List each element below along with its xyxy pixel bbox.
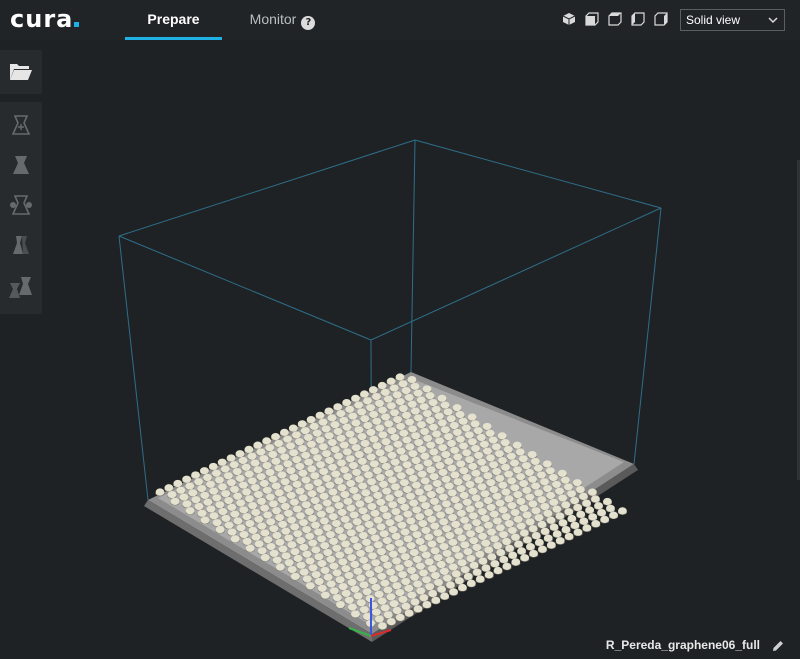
top-bar: cura Prepare Monitor? Solid view [0, 0, 800, 40]
model-node [164, 484, 174, 492]
model-node [270, 433, 281, 441]
model-node [190, 471, 201, 479]
volume-edge [370, 207, 662, 341]
model-node [182, 475, 192, 484]
model-node [534, 538, 544, 547]
tab-monitor-label: Monitor [249, 11, 297, 27]
scale-tool-icon[interactable] [7, 151, 35, 179]
volume-edge [118, 235, 372, 341]
per-model-settings-icon[interactable] [7, 273, 35, 301]
volume-edge [118, 139, 416, 237]
model-node [570, 521, 580, 530]
model-node [244, 445, 254, 454]
model-node [306, 415, 316, 424]
model-node [199, 467, 210, 475]
model-node [342, 398, 352, 407]
open-file-button[interactable] [0, 50, 42, 94]
model-node [377, 381, 387, 390]
mirror-tool-icon[interactable] [7, 231, 35, 259]
model-node [552, 530, 562, 538]
model-node [226, 454, 236, 462]
model-node [579, 517, 589, 526]
view-mode-value: Solid view [686, 13, 741, 27]
model-node [520, 554, 530, 562]
model-node [475, 575, 485, 584]
model-node [602, 497, 613, 506]
model-node [208, 462, 218, 471]
volume-edge [414, 139, 662, 209]
model-node [543, 534, 553, 543]
model-node [173, 479, 183, 488]
tab-prepare-label: Prepare [147, 11, 200, 27]
model-node [561, 526, 571, 534]
tab-monitor[interactable]: Monitor? [235, 0, 330, 40]
3d-view-icon[interactable] [561, 11, 577, 27]
model-node [555, 537, 565, 545]
model-node [350, 394, 361, 403]
model-node [591, 520, 601, 528]
model-node [596, 508, 607, 517]
model-node [605, 504, 616, 513]
model-node [511, 558, 521, 566]
model-node [525, 543, 536, 551]
model-node [155, 488, 165, 496]
model-node [600, 515, 610, 524]
front-view-icon[interactable] [584, 11, 600, 27]
model-node [253, 441, 263, 450]
left-view-icon[interactable] [630, 11, 646, 27]
open-folder-icon [10, 64, 32, 80]
model-node [564, 532, 574, 541]
rotate-tool-icon[interactable] [7, 191, 35, 219]
pencil-icon[interactable] [771, 639, 785, 653]
tab-prepare[interactable]: Prepare [125, 0, 222, 40]
view-mode-select[interactable]: Solid view [680, 9, 785, 31]
model-node [359, 390, 370, 399]
model-node [546, 541, 556, 549]
model-node [235, 450, 245, 458]
model-node [502, 562, 512, 571]
volume-edge [633, 207, 662, 465]
model-node [368, 386, 378, 394]
model-node [279, 428, 290, 437]
model-node [315, 411, 325, 420]
cura-logo: cura [10, 5, 80, 33]
model-node [617, 507, 628, 515]
model-node [297, 420, 307, 428]
model-node [516, 547, 527, 555]
model-node [484, 571, 494, 579]
volume-edge [410, 139, 416, 373]
model-node [324, 407, 334, 416]
model-node [262, 437, 272, 445]
model-node [573, 528, 583, 537]
tool-panel [0, 102, 42, 314]
object-filename: R_Pereda_graphene06_full [605, 638, 760, 652]
model-node [608, 511, 619, 520]
logo-text: cura [10, 5, 74, 33]
scene-canvas[interactable] [0, 40, 800, 659]
model-node [582, 524, 592, 532]
model-node [567, 514, 577, 523]
top-view-icon[interactable] [607, 11, 623, 27]
model-node [288, 424, 298, 433]
model-node [537, 545, 548, 554]
model-node [217, 458, 227, 467]
logo-dot [74, 22, 80, 27]
3d-viewport[interactable] [0, 40, 800, 659]
model-node [395, 373, 405, 381]
model-node [333, 403, 343, 411]
model-graphene[interactable] [155, 373, 628, 630]
model-node [576, 510, 586, 519]
right-view-icon[interactable] [653, 11, 669, 27]
help-icon[interactable]: ? [301, 16, 316, 30]
model-node [386, 377, 396, 386]
move-tool-icon[interactable] [7, 111, 35, 139]
model-node [493, 566, 503, 575]
chevron-down-icon [768, 17, 778, 24]
volume-edge [118, 235, 149, 501]
model-node [466, 579, 476, 588]
model-node [528, 549, 539, 558]
model-node [585, 506, 595, 515]
model-node [593, 502, 604, 510]
model-node [588, 513, 598, 521]
